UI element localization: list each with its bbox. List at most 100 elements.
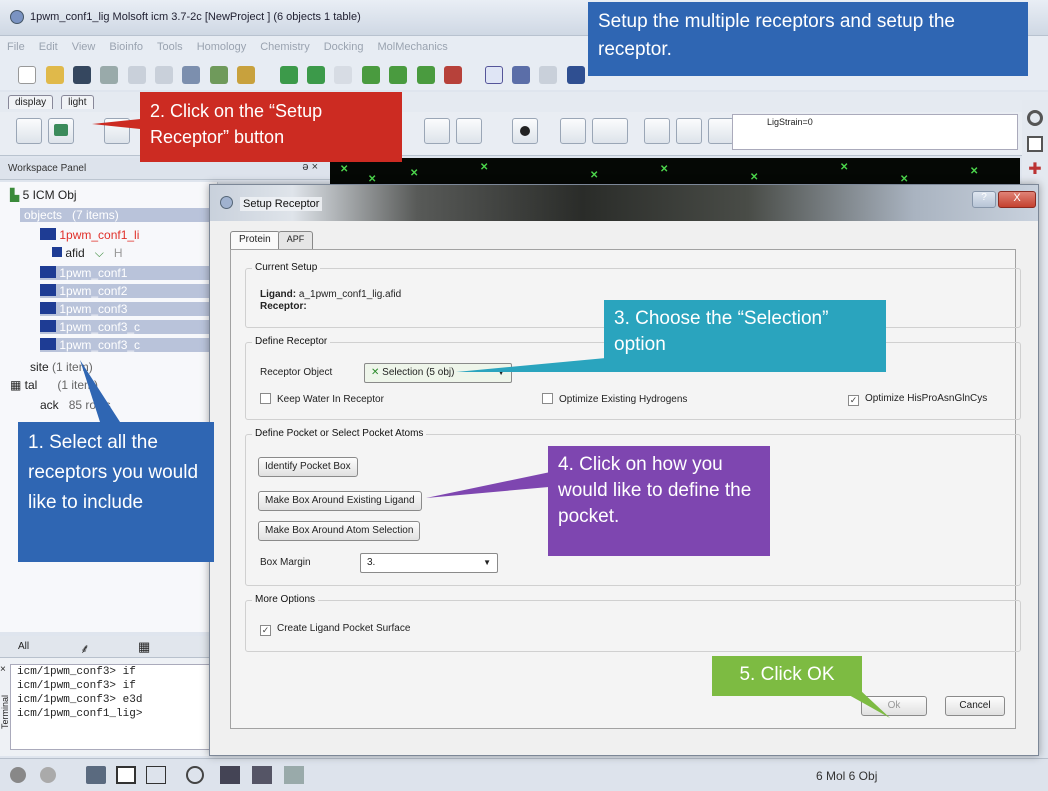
fdg-icon[interactable]: [484, 66, 503, 84]
rotate-icon[interactable]: [1027, 110, 1043, 126]
fps-icon[interactable]: [40, 767, 56, 783]
group-title: Define Pocket or Select Pocket Atoms: [252, 428, 427, 439]
step5-callout: 5. Click OK: [712, 656, 862, 696]
sequence-icon[interactable]: [182, 66, 201, 84]
help-button[interactable]: ?: [972, 191, 996, 208]
redo-icon[interactable]: [155, 66, 174, 84]
close-icon[interactable]: ×: [0, 664, 10, 675]
s-icon[interactable]: [511, 66, 530, 84]
light-icon[interactable]: [284, 766, 304, 784]
chain-icon[interactable]: [361, 66, 380, 84]
more-options-group: More Options ✓ Create Ligand Pocket Surfa…: [245, 594, 1021, 652]
menu-bioinfo[interactable]: Bioinfo: [102, 36, 150, 58]
make-box-ligand-button[interactable]: Make Box Around Existing Ligand: [258, 491, 422, 511]
menu-docking[interactable]: Docking: [317, 36, 371, 58]
tree-item-1pwm-conf3-c2[interactable]: 1pwm_conf3_c: [40, 338, 212, 352]
r-icon[interactable]: [334, 66, 353, 84]
panel-controls[interactable]: ə ×: [302, 161, 318, 173]
setup-receptor-button[interactable]: [48, 118, 74, 144]
build-icon[interactable]: [279, 66, 298, 84]
tree-objects-folder[interactable]: objects (7 items): [20, 208, 210, 222]
menu-file[interactable]: File: [0, 36, 32, 58]
optimize-hydrogens-checkbox[interactable]: Optimize Existing Hydrogens: [542, 393, 687, 405]
tree-item-1pwm-conf3[interactable]: 1pwm_conf3: [40, 302, 212, 316]
group-title: More Options: [252, 594, 319, 605]
terminal[interactable]: icm/1pwm_conf3> if icm/1pwm_conf3> if ic…: [10, 664, 218, 750]
stop-icon[interactable]: [10, 767, 26, 783]
menu-homology[interactable]: Homology: [190, 36, 254, 58]
pocket-icon[interactable]: [560, 118, 586, 144]
clip-icon[interactable]: [186, 766, 204, 784]
menu-chemistry[interactable]: Chemistry: [253, 36, 317, 58]
table-tab-icon[interactable]: ▦: [138, 639, 150, 655]
tree-item-extra: H: [113, 246, 123, 260]
tab-light[interactable]: light: [61, 95, 94, 109]
screen-icon[interactable]: [86, 766, 106, 784]
menu-edit[interactable]: Edit: [32, 36, 65, 58]
dialog-tabs: Protein APF: [230, 231, 314, 251]
table-rows: 85 rows: [68, 398, 111, 412]
optimize-his-checkbox[interactable]: ✓ Optimize HisProAsnGlnCys: [848, 393, 987, 406]
redo-button[interactable]: [456, 118, 482, 144]
tab-all[interactable]: All: [18, 641, 29, 652]
open-folder-icon[interactable]: [45, 66, 64, 84]
ligand-small-icon: ⌵: [94, 246, 104, 260]
menu-molmechanics[interactable]: MolMechanics: [370, 36, 454, 58]
new-file-icon[interactable]: [18, 66, 37, 84]
cancel-button[interactable]: Cancel: [945, 696, 1005, 716]
undo-button[interactable]: [424, 118, 450, 144]
atom-marker: ✕: [660, 164, 669, 175]
copy-icon[interactable]: [1027, 136, 1043, 152]
tree-sites-folder[interactable]: site (1 item): [30, 360, 93, 374]
tree-item-1pwm-conf3-c[interactable]: 1pwm_conf3_c: [40, 320, 212, 334]
tree-item-1pwm-conf1[interactable]: 1pwm_conf1: [40, 266, 212, 280]
undo-icon[interactable]: [127, 66, 146, 84]
tab-apf[interactable]: APF: [277, 231, 314, 249]
score-icon[interactable]: [708, 118, 734, 144]
search-icon[interactable]: [237, 66, 256, 84]
h-icon[interactable]: [676, 118, 702, 144]
residue-icon[interactable]: [307, 66, 326, 84]
tree-table-item[interactable]: ack 85 rows: [40, 398, 111, 412]
checkbox-label: Keep Water In Receptor: [277, 394, 384, 405]
menu-tools[interactable]: Tools: [150, 36, 190, 58]
close-button[interactable]: X: [998, 191, 1036, 208]
color-dropdown[interactable]: [592, 118, 628, 144]
bond-icon[interactable]: [416, 66, 435, 84]
record-button[interactable]: [512, 118, 538, 144]
tree-root[interactable]: ▙ 5 ICM Obj: [10, 188, 77, 202]
ok-button[interactable]: Ok: [861, 696, 927, 716]
create-pocket-surface-checkbox[interactable]: ✓ Create Ligand Pocket Surface: [260, 623, 410, 636]
tree-item-1pwm-conf1-lig[interactable]: 1pwm_conf1_li: [40, 228, 139, 242]
tree-tables-folder[interactable]: ▦ tal (1 item): [10, 378, 98, 392]
top-callout: Setup the multiple receptors and setup t…: [588, 2, 1028, 76]
camera-icon[interactable]: [220, 766, 240, 784]
movie-icon[interactable]: [252, 766, 272, 784]
edit-icon[interactable]: [104, 118, 130, 144]
box-margin-select[interactable]: 3. ▼: [360, 553, 498, 573]
atom-icon[interactable]: [389, 66, 408, 84]
identify-pocket-button[interactable]: Identify Pocket Box: [258, 457, 358, 477]
flex-icon[interactable]: [644, 118, 670, 144]
move-icon[interactable]: ✚: [1027, 162, 1043, 178]
molecule-icon[interactable]: [209, 66, 228, 84]
tab-protein[interactable]: Protein: [230, 231, 280, 249]
panel-icon[interactable]: [146, 766, 166, 784]
make-box-atoms-button[interactable]: Make Box Around Atom Selection: [258, 521, 421, 541]
tab-display[interactable]: display: [8, 95, 54, 109]
receptor-object-select[interactable]: ✕ Selection (5 obj) ▼: [364, 363, 512, 383]
link-icon[interactable]: [539, 66, 558, 84]
menu-view[interactable]: View: [65, 36, 103, 58]
step4-callout: 4. Click on how you would like to define…: [548, 446, 770, 556]
sequence-tab-icon[interactable]: ⸙: [80, 639, 90, 657]
window-title: 1pwm_conf1_lig Molsoft icm 3.7-2c [NewPr…: [30, 11, 361, 23]
print-icon[interactable]: [100, 66, 119, 84]
keep-water-checkbox[interactable]: Keep Water In Receptor: [260, 393, 384, 405]
table-icon[interactable]: [566, 66, 585, 84]
grid-icon[interactable]: [443, 66, 462, 84]
tree-item-1pwm-conf2[interactable]: 1pwm_conf2: [40, 284, 212, 298]
save-icon[interactable]: [73, 66, 92, 84]
ligand-icon[interactable]: [16, 118, 42, 144]
window-icon[interactable]: [116, 766, 136, 784]
tree-item-afid[interactable]: afid ⌵ H: [52, 246, 123, 261]
